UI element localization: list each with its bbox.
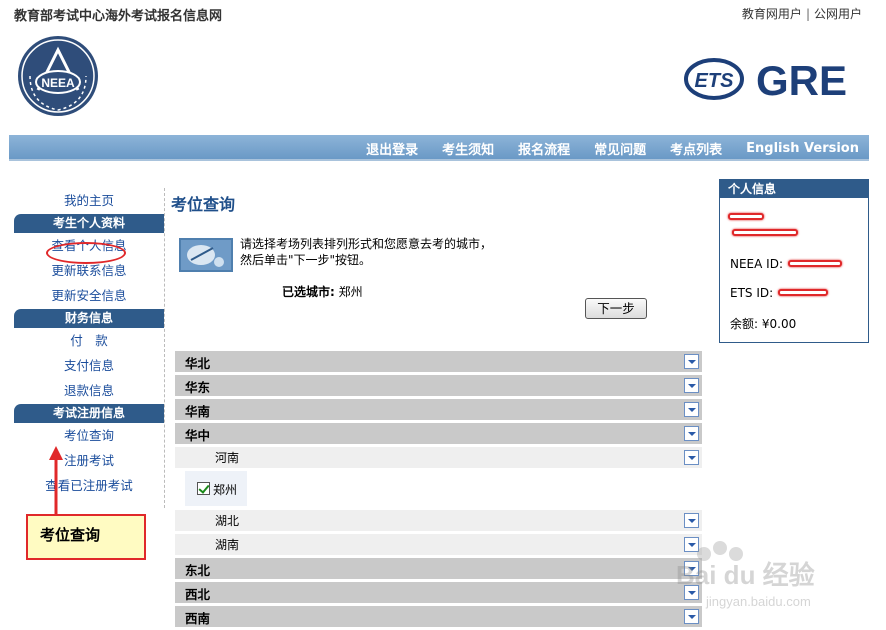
nav-english-version[interactable]: English Version — [746, 141, 859, 156]
sidebar-item-register-exam[interactable]: 注册考试 — [14, 448, 164, 473]
public-user-link[interactable]: 公网用户 — [814, 7, 862, 21]
brand-gre: GRE — [756, 57, 847, 102]
personal-info-panel: 个人信息 NEEA ID: ETS ID: 余额: ¥0.00 — [719, 179, 869, 343]
balance-row: 余额: ¥0.00 — [730, 315, 796, 332]
logo-text: NEEA — [41, 76, 75, 90]
region-row-huadong[interactable]: 华东 — [175, 375, 702, 396]
nav-candidate-notice[interactable]: 考生须知 — [442, 139, 494, 158]
sidebar-item-refund-info[interactable]: 退款信息 — [14, 378, 164, 403]
region-row-dongbei[interactable]: 东北 — [175, 558, 702, 579]
balance-label: 余额: — [730, 317, 759, 331]
expand-dropdown-icon[interactable] — [684, 378, 699, 393]
region-row-huazhong[interactable]: 华中 — [175, 423, 702, 444]
neea-id-row: NEEA ID: — [730, 257, 783, 271]
neea-id-label: NEEA ID: — [730, 257, 783, 271]
watermark-url: jingyan.baidu.com — [705, 594, 811, 609]
top-navbar: 退出登录 考生须知 报名流程 常见问题 考点列表 English Version — [9, 135, 869, 161]
expand-dropdown-icon[interactable] — [684, 513, 699, 528]
region-row-huabei[interactable]: 华北 — [175, 351, 702, 372]
subregion-label: 河南 — [215, 451, 240, 465]
next-step-button[interactable]: 下一步 — [585, 298, 647, 319]
city-label: 郑州 — [213, 483, 238, 497]
sidebar-item-view-profile[interactable]: 查看个人信息 — [14, 233, 164, 258]
edu-user-link[interactable]: 教育网用户 — [742, 7, 802, 21]
ets-id-row: ETS ID: — [730, 286, 773, 300]
watermark-text: Bai du 经验 — [676, 560, 815, 590]
sidebar-item-pay[interactable]: 付 款 — [14, 328, 164, 353]
subregion-row-hunan[interactable]: 湖南 — [175, 534, 702, 555]
expand-dropdown-icon[interactable] — [684, 450, 699, 465]
nav-test-center-list[interactable]: 考点列表 — [670, 139, 722, 158]
subregion-label: 湖北 — [215, 514, 240, 528]
city-checkbox-checked[interactable] — [197, 482, 210, 495]
sidebar-section-exam: 考试注册信息 — [14, 404, 164, 423]
personal-info-title: 个人信息 — [720, 180, 868, 198]
instruction-line-2: 然后单击"下一步"按钮。 — [240, 253, 372, 267]
nav-faq[interactable]: 常见问题 — [594, 139, 646, 158]
page-title: 考位查询 — [171, 195, 236, 214]
region-row-xinan[interactable]: 西南 — [175, 606, 702, 627]
region-label: 东北 — [185, 563, 211, 578]
nav-logout[interactable]: 退出登录 — [366, 139, 418, 158]
selected-city-value: 郑州 — [338, 285, 363, 299]
sidebar-section-finance: 财务信息 — [14, 309, 164, 328]
site-title: 教育部考试中心海外考试报名信息网 — [14, 9, 223, 24]
ets-id-label: ETS ID: — [730, 286, 774, 300]
neea-logo: NEEA — [18, 36, 98, 116]
subregion-row-hubei[interactable]: 湖北 — [175, 510, 702, 531]
redacted-name — [728, 213, 764, 220]
instruction-text: 请选择考场列表排列形式和您愿意去考的城市， 然后单击"下一步"按钮。 — [240, 236, 492, 268]
sidebar-divider — [164, 188, 165, 508]
ets-gre-logo: ETS GRE — [684, 57, 847, 102]
redacted-name-2 — [732, 229, 798, 236]
nav-registration-process[interactable]: 报名流程 — [518, 139, 570, 158]
sidebar-item-seat-query[interactable]: 考位查询 — [14, 423, 164, 448]
redacted-ets-id — [778, 289, 828, 296]
baidu-watermark: Bai du 经验 jingyan.baidu.com — [676, 541, 815, 609]
region-label: 西北 — [185, 587, 211, 602]
subregion-label: 湖南 — [215, 538, 240, 552]
region-label: 华东 — [185, 380, 211, 395]
sidebar-section-profile: 考生个人资料 — [14, 214, 164, 233]
annotation-callout: 考位查询 — [26, 514, 146, 560]
selected-city-row: 已选城市: 郑州 — [282, 283, 363, 300]
sidebar-item-update-security[interactable]: 更新安全信息 — [14, 283, 164, 308]
annotation-arrow-icon — [49, 446, 63, 514]
sidebar: 我的主页 考生个人资料 查看个人信息 更新联系信息 更新安全信息 财务信息 付 … — [14, 188, 165, 508]
user-links: 教育网用户 | 公网用户 — [742, 5, 862, 22]
region-label: 华北 — [185, 356, 211, 371]
link-separator: | — [805, 7, 810, 21]
sidebar-item-payment-info[interactable]: 支付信息 — [14, 353, 164, 378]
sidebar-item-update-contact[interactable]: 更新联系信息 — [14, 258, 164, 283]
balance-value: ¥0.00 — [761, 317, 797, 331]
subregion-row-henan[interactable]: 河南 — [175, 447, 702, 468]
brand-ets: ETS — [695, 70, 735, 92]
sidebar-item-home[interactable]: 我的主页 — [14, 188, 164, 213]
selected-city-label: 已选城市: — [282, 285, 335, 299]
instruction-line-1: 请选择考场列表排列形式和您愿意去考的城市， — [240, 237, 493, 251]
region-row-xibei[interactable]: 西北 — [175, 582, 702, 603]
region-label: 华中 — [185, 428, 211, 443]
expand-dropdown-icon[interactable] — [684, 426, 699, 441]
expand-dropdown-icon[interactable] — [684, 354, 699, 369]
region-row-huanan[interactable]: 华南 — [175, 399, 702, 420]
city-option-zhengzhou[interactable]: 郑州 — [185, 471, 247, 506]
region-label: 华南 — [185, 404, 211, 419]
info-card-icon — [179, 238, 233, 272]
expand-dropdown-icon[interactable] — [684, 402, 699, 417]
redacted-neea-id — [788, 260, 842, 267]
sidebar-item-view-registered[interactable]: 查看已注册考试 — [14, 473, 164, 498]
region-label: 西南 — [185, 611, 211, 626]
